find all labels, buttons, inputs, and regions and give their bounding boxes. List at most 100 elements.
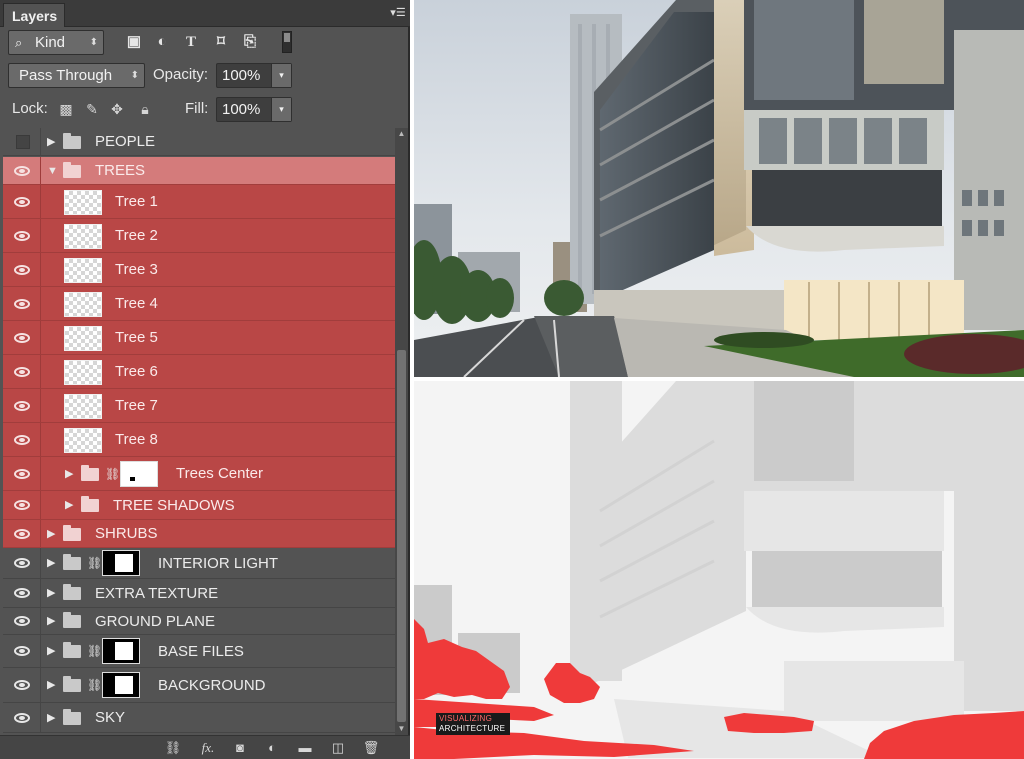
delete-layer-icon[interactable]: 🗑︎ bbox=[361, 739, 381, 757]
visibility-toggle[interactable] bbox=[3, 321, 41, 354]
mask-link-icon[interactable]: ⛓ bbox=[87, 676, 102, 694]
filter-toggle[interactable] bbox=[282, 31, 292, 53]
visibility-toggle[interactable] bbox=[3, 389, 41, 422]
layers-scrollbar[interactable]: ▲ ▼ bbox=[395, 128, 408, 735]
visibility-toggle[interactable] bbox=[3, 287, 41, 320]
expand-right-icon[interactable]: ▶ bbox=[65, 497, 75, 513]
layer-name[interactable]: SKY bbox=[95, 703, 125, 732]
layer-name[interactable]: Tree 4 bbox=[115, 287, 158, 320]
layer-name[interactable]: Tree 5 bbox=[115, 321, 158, 354]
layer-name[interactable]: PEOPLE bbox=[95, 128, 155, 155]
expand-right-icon[interactable]: ▶ bbox=[47, 526, 57, 542]
expand-right-icon[interactable]: ▶ bbox=[47, 555, 57, 571]
fill-input[interactable]: 100% ▾ bbox=[216, 97, 292, 122]
type-filter-icon[interactable]: T bbox=[181, 32, 201, 52]
visibility-toggle[interactable] bbox=[3, 157, 41, 184]
visibility-toggle[interactable] bbox=[3, 520, 41, 547]
lock-transparent-icon[interactable]: ▩ bbox=[57, 98, 75, 120]
layer-row[interactable]: Tree 7 bbox=[3, 389, 395, 423]
lock-move-icon[interactable]: ✥ bbox=[108, 98, 126, 120]
scrollbar-thumb[interactable] bbox=[397, 350, 406, 722]
opacity-dropdown-button[interactable]: ▾ bbox=[271, 64, 291, 87]
layer-row[interactable]: Tree 5 bbox=[3, 321, 395, 355]
image-filter-icon[interactable]: ▣ bbox=[124, 32, 144, 52]
layer-name[interactable]: GROUND PLANE bbox=[95, 608, 215, 634]
layer-name[interactable]: Tree 6 bbox=[115, 355, 158, 388]
layer-mask-thumbnail[interactable] bbox=[102, 550, 140, 576]
lock-paint-icon[interactable]: ✎ bbox=[83, 98, 101, 120]
layer-name[interactable]: BACKGROUND bbox=[158, 668, 266, 702]
visibility-toggle[interactable] bbox=[3, 608, 41, 634]
layer-name[interactable]: BASE FILES bbox=[158, 635, 244, 667]
layer-row[interactable]: Tree 3 bbox=[3, 253, 395, 287]
layer-row[interactable]: ▶ PEOPLE bbox=[3, 128, 395, 156]
layer-name[interactable]: EXTRA TEXTURE bbox=[95, 579, 218, 607]
layer-row[interactable]: ▶ TREE SHADOWS bbox=[3, 491, 395, 520]
layer-row[interactable]: ▶ GROUND PLANE bbox=[3, 608, 395, 635]
lock-all-icon[interactable]: 🔒︎ bbox=[136, 98, 154, 120]
layer-row[interactable]: ▶ ⛓ BASE FILES bbox=[3, 635, 395, 668]
layer-name[interactable]: SHRUBS bbox=[95, 520, 158, 547]
scroll-down-icon[interactable]: ▼ bbox=[395, 723, 408, 735]
layer-row[interactable]: ▶ SKY bbox=[3, 703, 395, 733]
visibility-toggle[interactable] bbox=[3, 185, 41, 218]
scroll-up-icon[interactable]: ▲ bbox=[395, 128, 408, 140]
layer-row[interactable]: Tree 2 bbox=[3, 219, 395, 253]
panel-menu-icon[interactable]: ▾☰ bbox=[390, 6, 406, 20]
expand-right-icon[interactable]: ▶ bbox=[47, 613, 57, 629]
visibility-toggle[interactable] bbox=[3, 219, 41, 252]
layer-name[interactable]: INTERIOR LIGHT bbox=[158, 548, 278, 578]
visibility-toggle[interactable] bbox=[3, 668, 41, 702]
link-layers-icon[interactable]: ⛓ bbox=[163, 739, 183, 757]
mask-link-icon[interactable]: ⛓ bbox=[87, 642, 102, 660]
layer-name[interactable]: Tree 2 bbox=[115, 219, 158, 252]
expand-right-icon[interactable]: ▶ bbox=[47, 677, 57, 693]
layer-name[interactable]: Tree 1 bbox=[115, 185, 158, 218]
visibility-toggle[interactable] bbox=[3, 457, 41, 490]
blend-mode-select[interactable]: Pass Through ⬍ bbox=[8, 63, 145, 88]
visibility-toggle[interactable] bbox=[3, 635, 41, 667]
layer-name[interactable]: Tree 3 bbox=[115, 253, 158, 286]
layer-row[interactable]: ▶ ⛓ Trees Center bbox=[3, 457, 395, 491]
layer-row[interactable]: Tree 1 bbox=[3, 185, 395, 219]
new-group-icon[interactable]: ▬ bbox=[295, 739, 315, 757]
adjustment-layer-icon[interactable]: ◐ bbox=[262, 739, 282, 757]
visibility-toggle[interactable] bbox=[3, 579, 41, 607]
add-mask-icon[interactable]: ◙ bbox=[230, 739, 250, 757]
layer-name[interactable]: TREE SHADOWS bbox=[113, 491, 235, 519]
visibility-toggle[interactable] bbox=[3, 491, 41, 519]
layer-mask-thumbnail[interactable] bbox=[120, 460, 158, 487]
new-layer-icon[interactable]: ◫ bbox=[328, 739, 348, 757]
visibility-toggle[interactable] bbox=[3, 355, 41, 388]
expand-right-icon[interactable]: ▶ bbox=[65, 466, 75, 482]
layer-mask-thumbnail[interactable] bbox=[102, 638, 140, 664]
visibility-toggle[interactable] bbox=[3, 128, 41, 155]
layer-mask-thumbnail[interactable] bbox=[102, 672, 140, 698]
mask-link-icon[interactable]: ⛓ bbox=[87, 554, 102, 572]
filter-kind-select[interactable]: ⌕ Kind ⬍ bbox=[8, 30, 104, 55]
visibility-toggle[interactable] bbox=[3, 548, 41, 578]
layer-name[interactable]: Tree 8 bbox=[115, 423, 158, 456]
shape-filter-icon[interactable]: ⌑ bbox=[211, 32, 231, 52]
layer-row[interactable]: ▶ SHRUBS bbox=[3, 520, 395, 548]
expand-right-icon[interactable]: ▶ bbox=[47, 710, 57, 726]
layer-row[interactable]: Tree 6 bbox=[3, 355, 395, 389]
layer-style-fx-icon[interactable]: fx. bbox=[198, 739, 218, 757]
expand-down-icon[interactable]: ▼ bbox=[47, 163, 58, 179]
layer-name[interactable]: TREES bbox=[95, 157, 145, 184]
fill-dropdown-button[interactable]: ▾ bbox=[271, 98, 291, 121]
layer-row[interactable]: ▶ EXTRA TEXTURE bbox=[3, 579, 395, 608]
layer-row[interactable]: Tree 4 bbox=[3, 287, 395, 321]
expand-right-icon[interactable]: ▶ bbox=[47, 643, 57, 659]
layer-name[interactable]: Trees Center bbox=[176, 457, 263, 490]
visibility-toggle[interactable] bbox=[3, 423, 41, 456]
layer-row[interactable]: Tree 8 bbox=[3, 423, 395, 457]
layer-row[interactable]: ▶ ⛓ INTERIOR LIGHT bbox=[3, 548, 395, 579]
layer-row[interactable]: ▶ ⛓ BACKGROUND bbox=[3, 668, 395, 703]
visibility-toggle[interactable] bbox=[3, 703, 41, 732]
opacity-input[interactable]: 100% ▾ bbox=[216, 63, 292, 88]
adjustment-filter-icon[interactable]: ◐ bbox=[152, 32, 172, 52]
expand-right-icon[interactable]: ▶ bbox=[47, 585, 57, 601]
smart-object-filter-icon[interactable]: ⎘ bbox=[240, 32, 260, 52]
layers-tab[interactable]: Layers bbox=[3, 3, 65, 27]
